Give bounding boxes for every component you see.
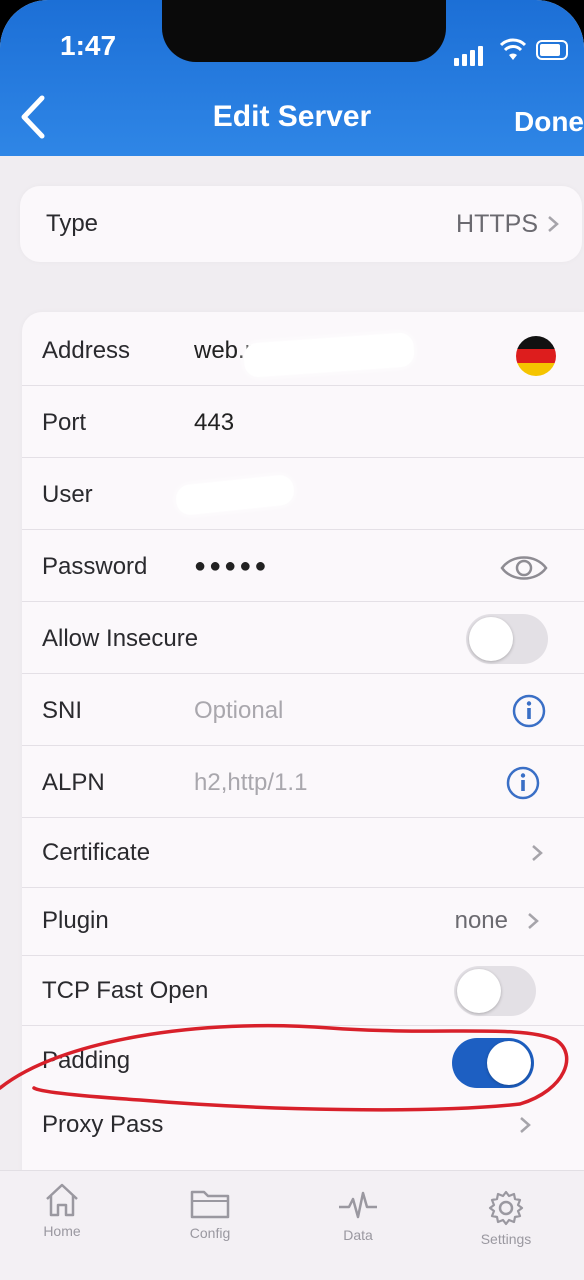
chevron-right-icon bbox=[520, 1117, 531, 1133]
allow-insecure-row: Allow Insecure bbox=[22, 604, 584, 674]
certificate-row[interactable]: Certificate bbox=[22, 818, 584, 888]
tab-settings[interactable]: Settings bbox=[456, 1189, 556, 1247]
address-label: Address bbox=[42, 336, 131, 364]
camera-notch bbox=[162, 0, 446, 62]
gear-icon bbox=[488, 1190, 524, 1226]
signal-icon bbox=[454, 58, 459, 66]
status-icons bbox=[454, 38, 574, 66]
allow-insecure-label: Allow Insecure bbox=[42, 624, 199, 652]
tab-data[interactable]: Data bbox=[308, 1189, 408, 1243]
server-settings-list: Address web.m Port 443 User Password ●●●… bbox=[22, 312, 584, 1182]
alpn-input[interactable]: h2,http/1.1 bbox=[194, 769, 307, 797]
plugin-row[interactable]: Plugin none bbox=[22, 886, 584, 956]
chevron-right-icon bbox=[548, 216, 559, 232]
sni-input[interactable]: Optional bbox=[194, 697, 283, 725]
type-row[interactable]: Type HTTPS bbox=[20, 189, 582, 259]
padding-label: Padding bbox=[42, 1047, 131, 1074]
redaction-mark bbox=[174, 473, 296, 517]
phone-screen: 1:47 Edit Server Done Type HTTPS Address… bbox=[0, 0, 584, 1280]
page-title: Edit Server bbox=[212, 100, 372, 133]
password-value[interactable]: ●●●●● bbox=[194, 555, 269, 578]
signal-bar bbox=[470, 50, 475, 66]
tab-label: Config bbox=[189, 1225, 231, 1241]
tab-label: Home bbox=[43, 1223, 81, 1239]
tcp-fast-open-toggle[interactable] bbox=[454, 966, 536, 1016]
germany-flag-icon bbox=[516, 336, 556, 376]
eye-icon[interactable] bbox=[500, 552, 548, 584]
tcp-fast-open-row: TCP Fast Open bbox=[22, 956, 584, 1026]
toggle-knob bbox=[487, 1041, 531, 1085]
alpn-label: ALPN bbox=[42, 768, 105, 796]
done-button[interactable]: Done bbox=[514, 106, 584, 138]
plugin-value: none bbox=[454, 906, 508, 934]
chevron-right-icon bbox=[532, 844, 543, 861]
toggle-knob bbox=[469, 617, 513, 661]
password-label: Password bbox=[42, 552, 148, 580]
port-label: Port bbox=[42, 408, 87, 436]
tab-label: Settings bbox=[480, 1231, 532, 1247]
plugin-label: Plugin bbox=[42, 906, 109, 934]
type-label: Type bbox=[46, 210, 99, 237]
sni-row[interactable]: SNI Optional bbox=[22, 676, 584, 746]
tcp-fast-open-label: TCP Fast Open bbox=[42, 976, 209, 1004]
address-row[interactable]: Address web.m bbox=[22, 316, 584, 386]
tab-config[interactable]: Config bbox=[160, 1185, 260, 1241]
padding-row: Padding bbox=[22, 1026, 584, 1096]
toggle-knob bbox=[457, 969, 501, 1013]
tab-bar: Home Config Data Settings bbox=[0, 1170, 584, 1280]
redaction-mark bbox=[243, 332, 415, 378]
certificate-label: Certificate bbox=[42, 838, 151, 866]
proxy-pass-row[interactable]: Proxy Pass bbox=[22, 1090, 584, 1160]
battery-icon bbox=[536, 40, 568, 60]
tab-home[interactable]: Home bbox=[12, 1181, 112, 1239]
port-row[interactable]: Port 443 bbox=[22, 388, 584, 458]
wifi-icon bbox=[500, 38, 526, 60]
activity-icon bbox=[339, 1191, 377, 1219]
password-row[interactable]: Password ●●●●● bbox=[22, 532, 584, 602]
info-icon[interactable] bbox=[512, 694, 546, 728]
nav-header: 1:47 Edit Server Done bbox=[0, 0, 584, 156]
signal-bar bbox=[478, 46, 483, 66]
info-icon[interactable] bbox=[506, 766, 540, 800]
tab-label: Data bbox=[343, 1227, 373, 1243]
signal-bar bbox=[462, 54, 467, 66]
port-value[interactable]: 443 bbox=[194, 409, 234, 437]
status-time: 1:47 bbox=[60, 30, 117, 61]
alpn-row[interactable]: ALPN h2,http/1.1 bbox=[22, 748, 584, 818]
padding-toggle[interactable] bbox=[452, 1038, 534, 1088]
home-icon bbox=[46, 1183, 78, 1217]
type-selector[interactable]: Type HTTPS bbox=[20, 186, 582, 262]
user-row[interactable]: User bbox=[22, 460, 584, 530]
folder-icon bbox=[190, 1190, 230, 1219]
type-value: HTTPS bbox=[456, 209, 538, 238]
chevron-right-icon bbox=[528, 912, 539, 929]
allow-insecure-toggle[interactable] bbox=[466, 614, 548, 664]
sni-label: SNI bbox=[42, 696, 83, 724]
proxy-pass-label: Proxy Pass bbox=[42, 1111, 164, 1138]
user-label: User bbox=[42, 480, 93, 508]
